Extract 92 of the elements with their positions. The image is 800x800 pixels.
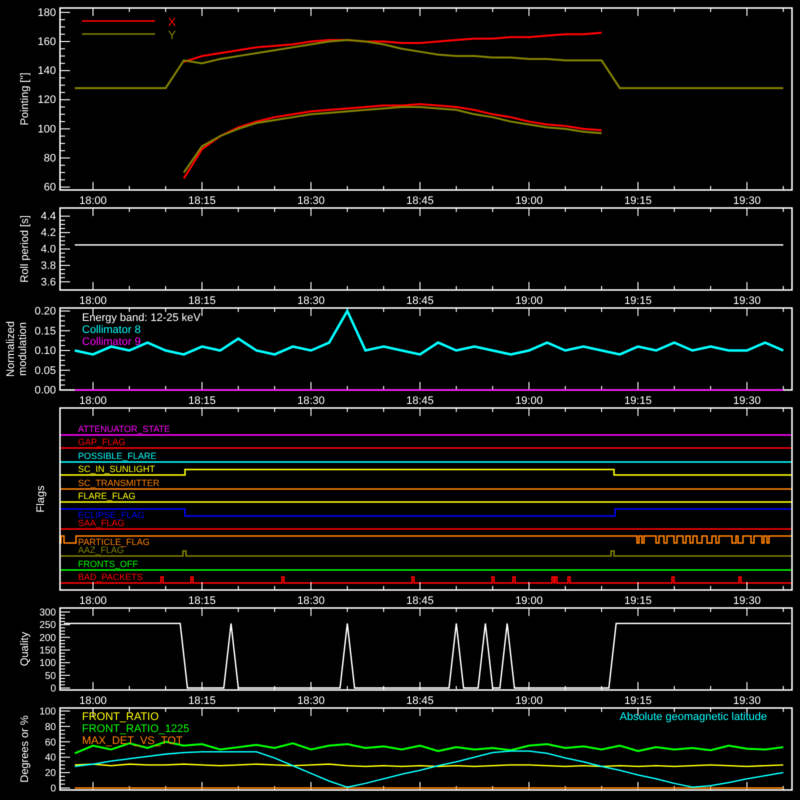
axis-tick-label: 0.20: [34, 306, 56, 318]
axis-tick-label: 200: [39, 632, 56, 644]
axis-tick-label: 50: [44, 670, 56, 682]
axis-tick-label: 19:00: [515, 595, 543, 607]
axis-tick-label: 0.15: [34, 325, 56, 338]
axis-tick-label: 60: [44, 737, 56, 748]
axis-tick-label: 100: [39, 658, 56, 670]
axis-tick-label: 18:00: [79, 395, 107, 407]
axis-tick-label: 18:30: [297, 295, 325, 307]
axis-tick-label: 18:15: [188, 195, 216, 207]
axis-tick-label: 18:45: [406, 695, 434, 707]
axis-tick-label: 150: [39, 646, 56, 656]
axis-tick-label: 18:45: [406, 395, 434, 407]
legend-label: FRONT_RATIO_1225: [82, 723, 190, 735]
axis-tick-label: 19:15: [624, 595, 652, 607]
axis-tick-label: 18:30: [297, 195, 325, 207]
axis-tick-label: 3.8: [40, 260, 56, 272]
flag-label: PARTICLE_FLAG: [78, 537, 150, 547]
axis-tick-label: 19:15: [624, 195, 652, 207]
flag-label: ATTENUATOR_STATE: [78, 424, 170, 434]
legend-label: Y: [168, 28, 176, 42]
axis-tick-label: 18:45: [406, 195, 434, 207]
axis-tick-label: 18:15: [188, 395, 216, 407]
axis-tick-label: 18:00: [79, 695, 107, 707]
legend-label: MAX_DET_VS_TOT: [82, 735, 183, 747]
axis-title: Pointing ["]: [19, 72, 31, 126]
axis-tick-label: 19:15: [624, 395, 652, 407]
flag-label: BAD_PACKETS: [78, 572, 143, 582]
axis-tick-label: 18:15: [188, 595, 216, 607]
axis-tick-label: 3.6: [40, 276, 56, 288]
axis-tick-label: 180: [38, 6, 56, 19]
axis-tick-label: 18:45: [406, 595, 434, 607]
axis-tick-label: 19:00: [515, 295, 543, 307]
axis-tick-label: 4.0: [40, 244, 56, 256]
axis-tick-label: 19:30: [733, 395, 761, 407]
axis-title: Degrees or %: [19, 715, 31, 783]
axis-tick-label: 250: [39, 620, 56, 632]
axis-tick-label: 0: [50, 684, 56, 694]
axis-tick-label: 19:00: [515, 195, 543, 207]
axis-tick-label: 160: [38, 36, 56, 48]
flag-label: FLARE_FLAG: [78, 491, 136, 501]
series-label: Absolute geomagnetic latitude: [620, 711, 767, 723]
axis-tick-label: 19:00: [515, 395, 543, 407]
legend-label: Collimator 9: [82, 336, 141, 348]
legend-label: X: [168, 15, 176, 29]
flag-label: AAZ_FLAG: [78, 545, 124, 555]
axis-tick-label: 0.00: [34, 384, 56, 396]
axis-tick-label: 18:00: [79, 295, 107, 307]
flag-label: SC_IN_SUNLIGHT: [78, 464, 156, 474]
axis-tick-label: 18:45: [406, 295, 434, 307]
legend-label: Collimator 8: [82, 324, 141, 336]
flag-label: GAP_FLAG: [78, 437, 126, 447]
axis-tick-label: 19:30: [733, 695, 761, 707]
axis-title: Quality: [19, 632, 31, 666]
axis-tick-label: 18:30: [297, 595, 325, 607]
axis-tick-label: 20: [44, 768, 56, 780]
axis-tick-label: 0.10: [34, 345, 56, 357]
axis-tick-label: 19:30: [733, 595, 761, 607]
axis-tick-label: 0.05: [34, 364, 56, 377]
axis-tick-label: 100: [38, 123, 56, 136]
flag-label: SAA_FLAG: [78, 518, 125, 528]
flag-label: SC_TRANSMITTER: [78, 478, 160, 488]
axis-title: Roll period [s]: [19, 215, 31, 283]
axis-title: Normalized modulation: [5, 321, 29, 377]
axis-tick-label: 19:15: [624, 295, 652, 307]
flag-label: POSSIBLE_FLARE: [78, 451, 157, 461]
axis-tick-label: 18:00: [79, 195, 107, 207]
axis-tick-label: 19:30: [733, 195, 761, 207]
axis-tick-label: 80: [44, 722, 56, 733]
axis-tick-label: 40: [44, 752, 56, 764]
axis-tick-label: 19:00: [515, 695, 543, 707]
axis-tick-label: 18:30: [297, 695, 325, 707]
axis-tick-label: 0: [50, 784, 56, 794]
flag-label: FRONTS_OFF: [78, 559, 138, 569]
axis-tick-label: 300: [39, 608, 56, 618]
axis-tick-label: 80: [44, 152, 56, 164]
axis-tick-label: 4.4: [40, 210, 56, 223]
axis-tick-label: 60: [44, 182, 56, 194]
axis-title: Flags: [35, 486, 47, 512]
axis-tick-label: 18:15: [188, 695, 216, 707]
axis-tick-label: 4.2: [40, 227, 56, 240]
axis-tick-label: 18:15: [188, 295, 216, 307]
axis-tick-label: 19:15: [624, 695, 652, 707]
axis-tick-label: 18:30: [297, 395, 325, 407]
legend-label: FRONT_RATIO: [82, 711, 159, 723]
axis-tick-label: 19:30: [733, 295, 761, 307]
axis-tick-label: 100: [39, 706, 56, 718]
axis-tick-label: 140: [38, 65, 56, 78]
flag-label: ECLIPSE_FLAG: [78, 510, 145, 520]
annotation-text: Energy band: 12-25 keV: [82, 312, 201, 324]
axis-tick-label: 18:00: [79, 595, 107, 607]
axis-tick-label: 120: [38, 94, 56, 106]
